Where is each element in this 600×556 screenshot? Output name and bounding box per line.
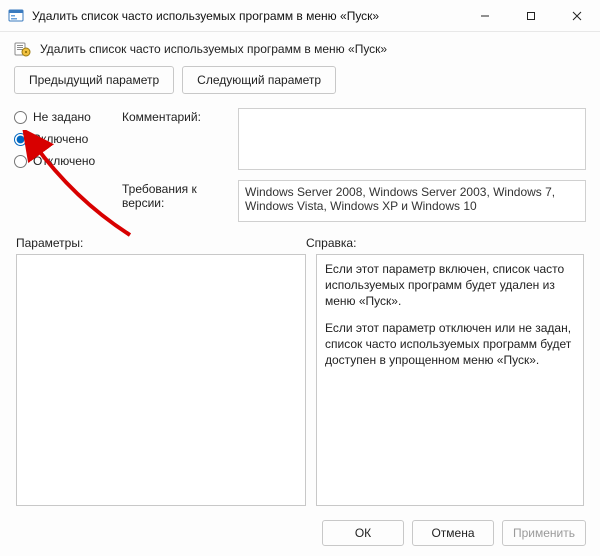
state-radio-group: Не задано Включено Отключено — [14, 108, 116, 168]
window-controls — [462, 0, 600, 31]
radio-not-configured[interactable]: Не задано — [14, 110, 116, 124]
maximize-button[interactable] — [508, 0, 554, 31]
window-title: Удалить список часто используемых програ… — [32, 9, 462, 23]
options-panel — [16, 254, 306, 506]
requirements-label: Требования к версии: — [122, 180, 232, 210]
policy-title: Удалить список часто используемых програ… — [40, 42, 387, 56]
comment-field[interactable] — [238, 108, 586, 170]
requirements-field[interactable] — [238, 180, 586, 222]
policy-header: Удалить список часто используемых програ… — [14, 40, 586, 58]
options-label: Параметры: — [16, 236, 306, 250]
radio-enabled[interactable]: Включено — [14, 132, 116, 146]
titlebar: Удалить список часто используемых програ… — [0, 0, 600, 32]
help-paragraph: Если этот параметр включен, список часто… — [325, 261, 575, 310]
radio-disabled-label: Отключено — [33, 154, 95, 168]
radio-enabled-label: Включено — [33, 132, 88, 146]
help-paragraph: Если этот параметр отключен или не задан… — [325, 320, 575, 369]
minimize-button[interactable] — [462, 0, 508, 31]
policy-icon — [14, 40, 32, 58]
app-icon — [8, 8, 24, 24]
radio-disabled[interactable]: Отключено — [14, 154, 116, 168]
radio-not-configured-label: Не задано — [33, 110, 91, 124]
radio-disabled-input[interactable] — [14, 155, 27, 168]
dialog-buttons: ОК Отмена Применить — [322, 520, 586, 546]
comment-label: Комментарий: — [122, 108, 232, 124]
radio-not-configured-input[interactable] — [14, 111, 27, 124]
ok-button[interactable]: ОК — [322, 520, 404, 546]
next-setting-button[interactable]: Следующий параметр — [182, 66, 336, 94]
cancel-button[interactable]: Отмена — [412, 520, 494, 546]
apply-button[interactable]: Применить — [502, 520, 586, 546]
close-button[interactable] — [554, 0, 600, 31]
help-panel: Если этот параметр включен, список часто… — [316, 254, 584, 506]
help-label: Справка: — [306, 236, 584, 250]
radio-enabled-input[interactable] — [14, 133, 27, 146]
previous-setting-button[interactable]: Предыдущий параметр — [14, 66, 174, 94]
